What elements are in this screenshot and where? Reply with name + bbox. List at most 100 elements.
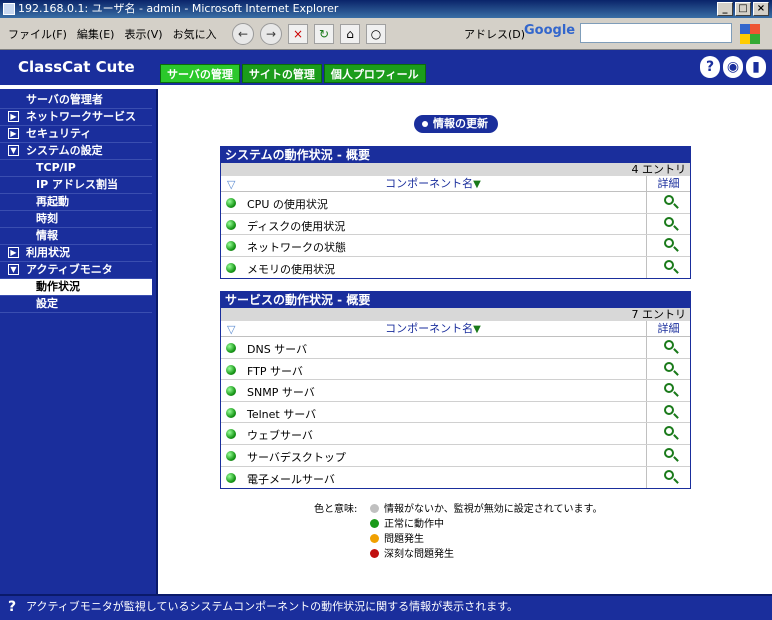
service-status-panel: サービスの動作状況 - 概要 7 エントリ ▽ コンポーネント名▼ 詳細 DNS… xyxy=(220,291,691,490)
stop-icon[interactable]: × xyxy=(288,24,308,44)
search-icon[interactable]: ○ xyxy=(366,24,386,44)
status-green-icon xyxy=(226,450,236,461)
table-row: 電子メールサーバ xyxy=(221,466,690,489)
sidebar-item-status[interactable]: 動作状況 xyxy=(0,279,152,296)
sort-down-icon[interactable]: ▼ xyxy=(473,179,481,190)
system-status-panel: システムの動作状況 - 概要 4 エントリ ▽ コンポーネント名▼ 詳細 CPU… xyxy=(220,146,691,280)
table-row: メモリの使用状況 xyxy=(221,256,690,279)
sidebar-item-system-settings[interactable]: ▼ システムの設定 xyxy=(0,143,152,160)
expand-icon: ▶ xyxy=(8,111,19,122)
address-label[interactable]: アドレス(D) xyxy=(464,26,525,42)
sidebar-item-server-admin[interactable]: サーバの管理者 xyxy=(0,92,152,109)
menu-file[interactable]: ファイル(F) xyxy=(8,26,67,42)
entry-count: 7 エントリ xyxy=(221,308,690,321)
status-green-icon xyxy=(226,364,236,375)
refresh-button[interactable]: 情報の更新 xyxy=(414,115,498,133)
detail-magnifier-icon[interactable] xyxy=(646,235,690,256)
sidebar-item-network-services[interactable]: ▶ ネットワークサービス xyxy=(0,109,152,126)
sort-down-icon[interactable]: ▼ xyxy=(473,324,481,335)
bullet-icon xyxy=(422,121,428,127)
table-row: ウェブサーバ xyxy=(221,423,690,445)
status-bar: ? アクティブモニタが監視しているシステムコンポーネントの動作状況に関する情報が… xyxy=(0,594,772,620)
column-component[interactable]: コンポーネント名 xyxy=(385,322,473,335)
window-title: 192.168.0.1: ユーザ名 - admin - Microsoft In… xyxy=(18,2,339,15)
detail-magnifier-icon[interactable] xyxy=(646,380,690,401)
legend-label: 色と意味: xyxy=(314,504,358,515)
status-red-icon xyxy=(370,549,379,558)
panel-title: サービスの動作状況 - 概要 xyxy=(221,292,690,308)
minimize-button[interactable]: _ xyxy=(717,2,733,16)
app-logo: ClassCat Cute xyxy=(18,58,135,76)
logout-icon[interactable]: ▮ xyxy=(746,56,766,78)
expand-icon: ▶ xyxy=(8,247,19,258)
column-detail: 詳細 xyxy=(646,176,690,192)
status-green-icon xyxy=(226,219,236,230)
status-green-icon xyxy=(226,262,236,273)
column-detail: 詳細 xyxy=(646,321,690,337)
status-green-icon xyxy=(226,429,236,440)
menu-favorites[interactable]: お気に入 xyxy=(173,26,217,42)
table-row: ネットワークの状態 xyxy=(221,235,690,257)
ie-icon xyxy=(3,3,15,15)
table-row: Telnet サーバ xyxy=(221,401,690,424)
forward-icon[interactable]: → xyxy=(260,23,282,45)
help-icon[interactable]: ? xyxy=(700,56,720,78)
maximize-button[interactable]: □ xyxy=(735,2,751,16)
table-row: CPU の使用状況 xyxy=(221,192,690,214)
tab-server-admin[interactable]: サーバの管理 xyxy=(160,64,240,83)
app-header: ClassCat Cute サーバの管理 サイトの管理 個人プロフィール ? ◉… xyxy=(0,50,772,87)
window-titlebar: 192.168.0.1: ユーザ名 - admin - Microsoft In… xyxy=(0,0,772,18)
back-icon[interactable]: ← xyxy=(232,23,254,45)
expand-icon: ▶ xyxy=(8,128,19,139)
detail-magnifier-icon[interactable] xyxy=(646,401,690,423)
status-green-icon xyxy=(370,519,379,528)
detail-magnifier-icon[interactable] xyxy=(646,423,690,444)
table-row: サーバデスクトップ xyxy=(221,444,690,467)
sidebar-item-usage[interactable]: ▶ 利用状況 xyxy=(0,245,152,262)
tab-site-admin[interactable]: サイトの管理 xyxy=(241,64,322,83)
sidebar-item-reboot[interactable]: 再起動 xyxy=(0,194,152,211)
status-green-icon xyxy=(226,407,236,418)
panel-title: システムの動作状況 - 概要 xyxy=(221,147,690,163)
help-icon: ? xyxy=(8,599,17,615)
table-row: DNS サーバ xyxy=(221,337,690,359)
tab-profile[interactable]: 個人プロフィール xyxy=(323,64,426,83)
collapse-icon: ▼ xyxy=(8,145,19,156)
table-row: FTP サーバ xyxy=(221,358,690,381)
menu-edit[interactable]: 編集(E) xyxy=(77,26,115,42)
sidebar-item-settings[interactable]: 設定 xyxy=(0,296,152,313)
sidebar-item-info[interactable]: 情報 xyxy=(0,228,152,245)
home-icon[interactable]: ⌂ xyxy=(340,24,360,44)
table-row: ディスクの使用状況 xyxy=(221,213,690,236)
detail-magnifier-icon[interactable] xyxy=(646,256,690,279)
sidebar-item-time[interactable]: 時刻 xyxy=(0,211,152,228)
detail-magnifier-icon[interactable] xyxy=(646,213,690,235)
sidebar-item-ip-assign[interactable]: IP アドレス割当 xyxy=(0,177,152,194)
detail-magnifier-icon[interactable] xyxy=(646,466,690,489)
status-green-icon xyxy=(226,241,236,252)
close-button[interactable]: × xyxy=(753,2,769,16)
sidebar-item-active-monitor[interactable]: ▼ アクティブモニタ xyxy=(0,262,152,279)
menu-view[interactable]: 表示(V) xyxy=(124,26,162,42)
sidebar-item-security[interactable]: ▶ セキュリティ xyxy=(0,126,152,143)
status-green-icon xyxy=(226,343,236,353)
google-search-input[interactable] xyxy=(580,23,732,43)
detail-magnifier-icon[interactable] xyxy=(646,444,690,466)
sidebar-item-tcpip[interactable]: TCP/IP xyxy=(0,160,152,177)
status-green-icon xyxy=(226,386,236,397)
google-logo[interactable]: Google xyxy=(524,23,575,38)
windows-logo-icon xyxy=(740,24,760,44)
collapse-icon: ▼ xyxy=(8,264,19,275)
detail-magnifier-icon[interactable] xyxy=(646,337,690,358)
status-green-icon xyxy=(226,198,236,208)
detail-magnifier-icon[interactable] xyxy=(646,358,690,380)
refresh-icon[interactable]: ↻ xyxy=(314,24,334,44)
status-green-icon xyxy=(226,472,236,483)
status-gray-icon xyxy=(370,504,379,513)
column-component[interactable]: コンポーネント名 xyxy=(385,177,473,190)
table-row: SNMP サーバ xyxy=(221,380,690,402)
status-text: アクティブモニタが監視しているシステムコンポーネントの動作状況に関する情報が表示… xyxy=(26,600,519,613)
detail-magnifier-icon[interactable] xyxy=(646,192,690,213)
status-orange-icon xyxy=(370,534,379,543)
eye-icon[interactable]: ◉ xyxy=(723,56,743,78)
